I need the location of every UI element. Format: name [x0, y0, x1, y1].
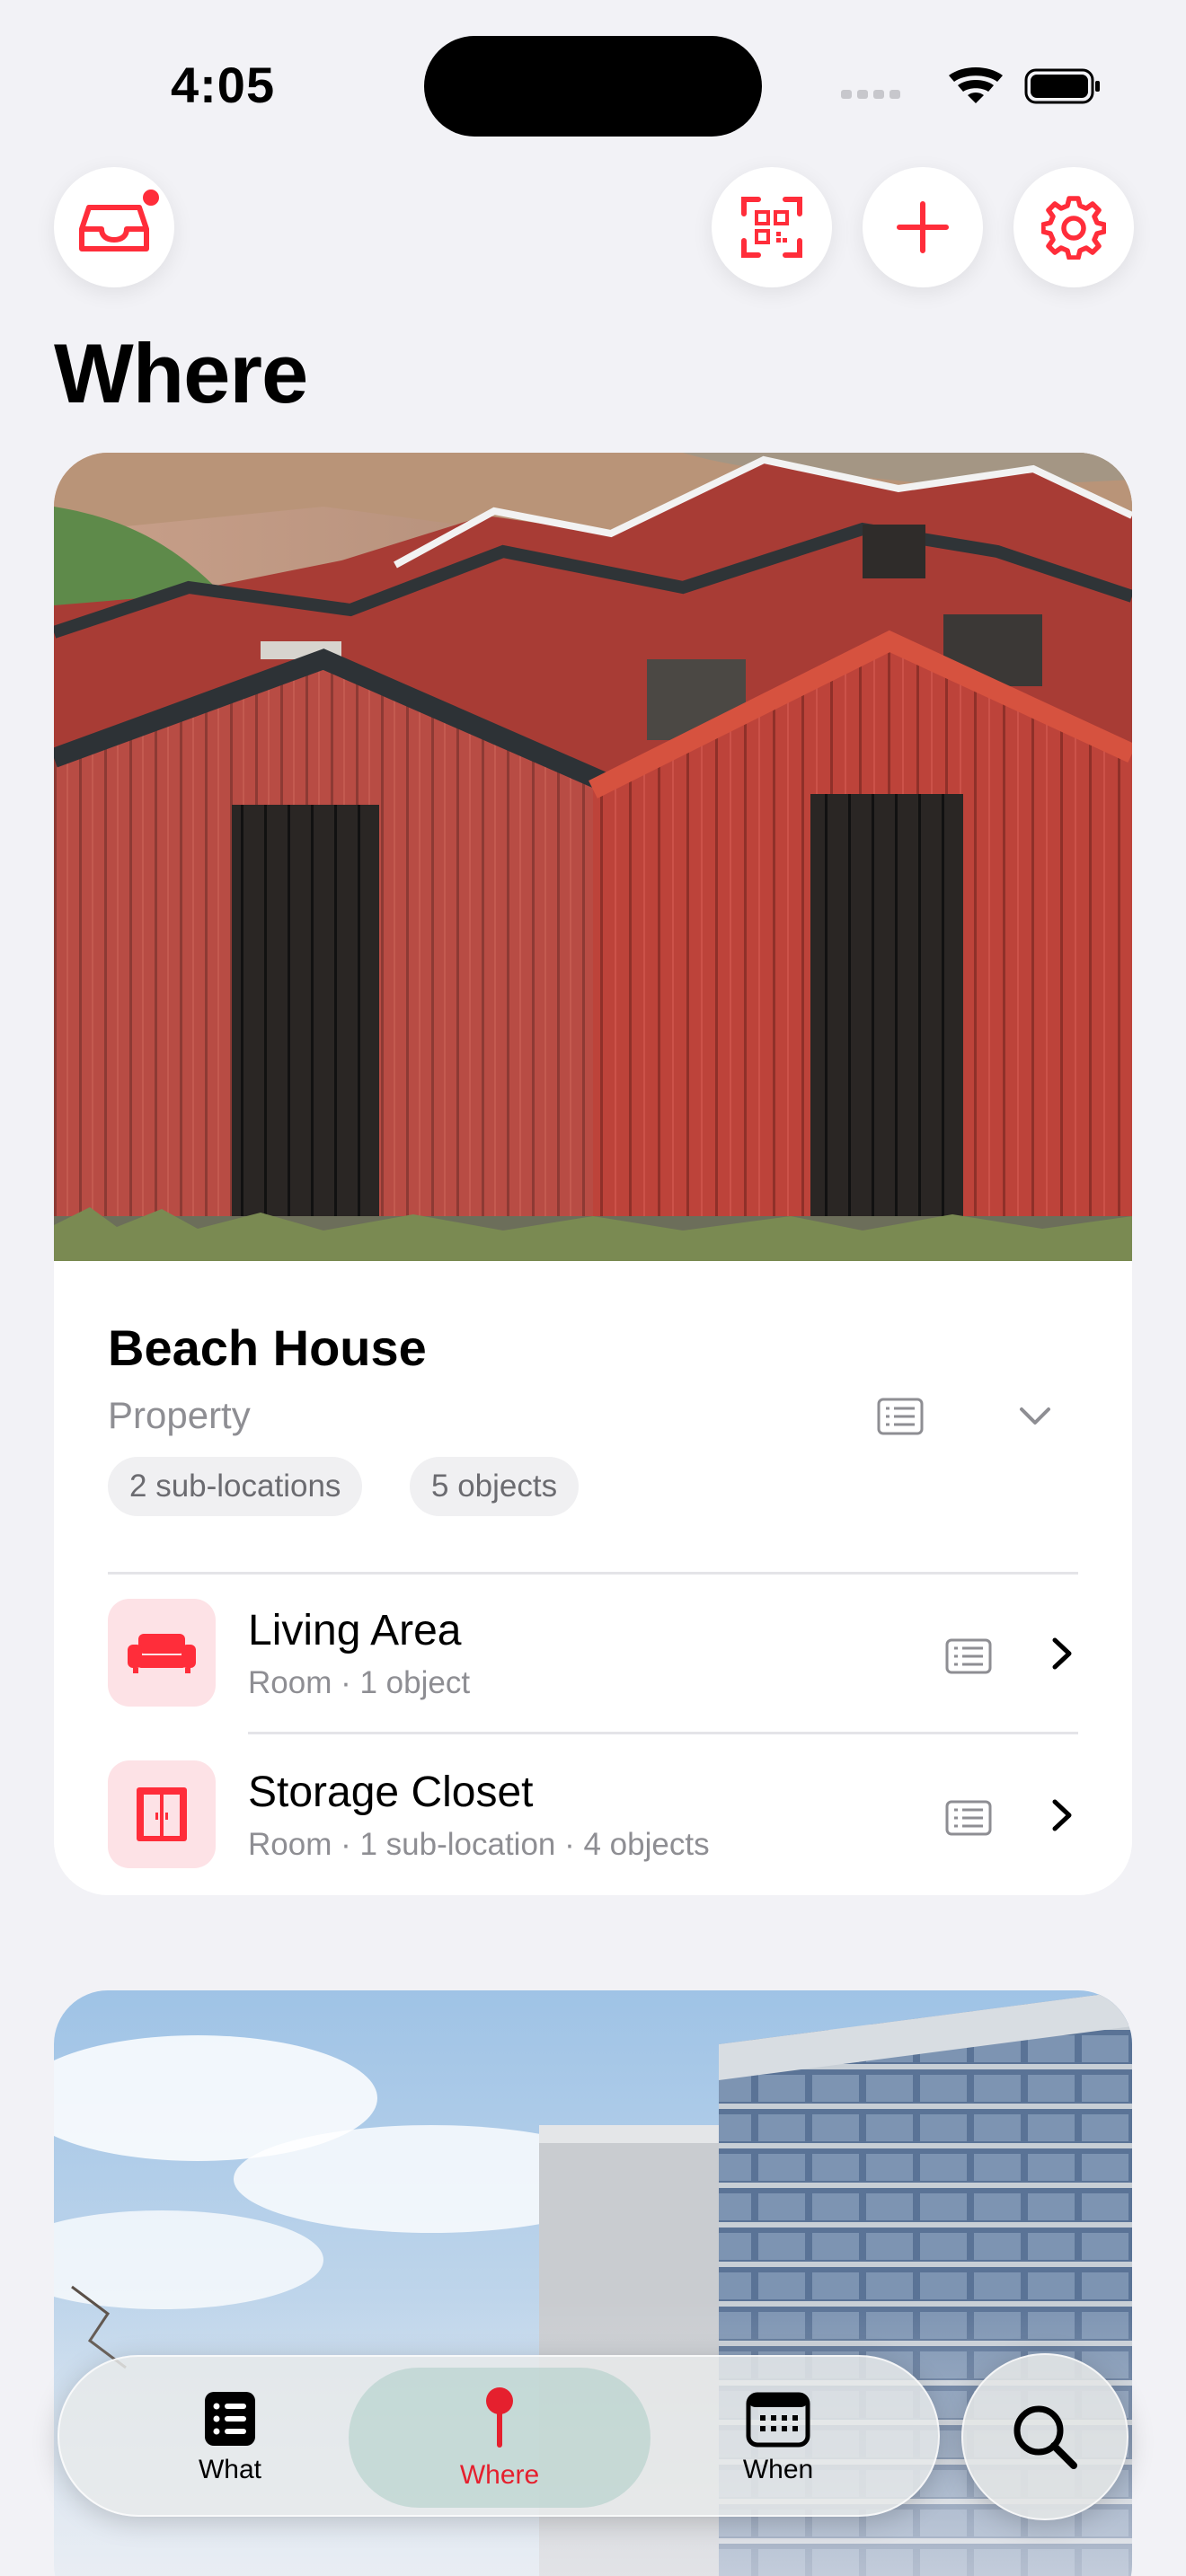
location-title: Beach House	[108, 1319, 427, 1376]
settings-button[interactable]	[1013, 167, 1134, 287]
sub-locations-pill: 2 sub-locations	[108, 1457, 363, 1516]
inbox-tray-icon	[79, 205, 149, 251]
row-name: Living Area	[248, 1607, 462, 1654]
list-item-living-area[interactable]: Living Area Room · 1 object	[108, 1599, 1078, 1707]
notes-icon[interactable]	[945, 1800, 992, 1836]
tab-label: What	[198, 2455, 262, 2484]
tab-when[interactable]: When	[697, 2357, 859, 2519]
row-icon-badge	[108, 1760, 216, 1868]
tab-label: When	[742, 2455, 814, 2484]
divider	[248, 1732, 1078, 1734]
scan-button[interactable]	[712, 167, 832, 287]
gear-icon	[1041, 196, 1106, 260]
sofa-icon	[128, 1634, 196, 1673]
status-icons	[841, 67, 1100, 104]
qr-scan-icon	[741, 197, 802, 258]
row-meta: Room · 1 sub-location · 4 objects	[248, 1827, 710, 1862]
tab-label: Where	[459, 2460, 540, 2490]
row-name: Storage Closet	[248, 1769, 534, 1816]
plus-icon	[897, 201, 949, 253]
location-type: Property	[108, 1394, 251, 1436]
status-bar: 4:05	[0, 0, 1186, 171]
divider	[108, 1572, 1078, 1575]
tab-where[interactable]: Where	[419, 2357, 580, 2519]
inbox-button[interactable]	[54, 167, 174, 287]
objects-pill: 5 objects	[410, 1457, 580, 1516]
list-icon	[205, 2392, 255, 2446]
row-icon-badge	[108, 1599, 216, 1707]
search-button[interactable]	[961, 2353, 1128, 2520]
row-meta: Room · 1 object	[248, 1665, 471, 1700]
notification-badge	[140, 187, 162, 208]
magnifier-icon	[1013, 2405, 1077, 2469]
page-title: Where	[54, 326, 308, 420]
status-time: 4:05	[171, 57, 276, 113]
notes-icon[interactable]	[945, 1638, 992, 1674]
location-photo	[54, 453, 1132, 1261]
chevron-right-icon	[1052, 1799, 1072, 1831]
chevron-right-icon	[1052, 1637, 1072, 1670]
notes-icon[interactable]	[877, 1398, 924, 1435]
wifi-icon	[949, 67, 1003, 103]
tab-what[interactable]: What	[149, 2357, 311, 2519]
list-item-storage-closet[interactable]: Storage Closet Room · 1 sub-location · 4…	[108, 1760, 1078, 1868]
map-pin-icon	[486, 2387, 513, 2448]
calendar-icon	[746, 2392, 810, 2448]
dynamic-island	[424, 36, 762, 137]
cellular-signal-icon	[841, 90, 900, 99]
battery-icon	[1024, 68, 1100, 104]
closet-door-icon	[137, 1787, 187, 1841]
tab-bar: What Where When	[58, 2355, 940, 2517]
add-button[interactable]	[863, 167, 983, 287]
chevron-down-icon[interactable]	[1019, 1407, 1051, 1426]
